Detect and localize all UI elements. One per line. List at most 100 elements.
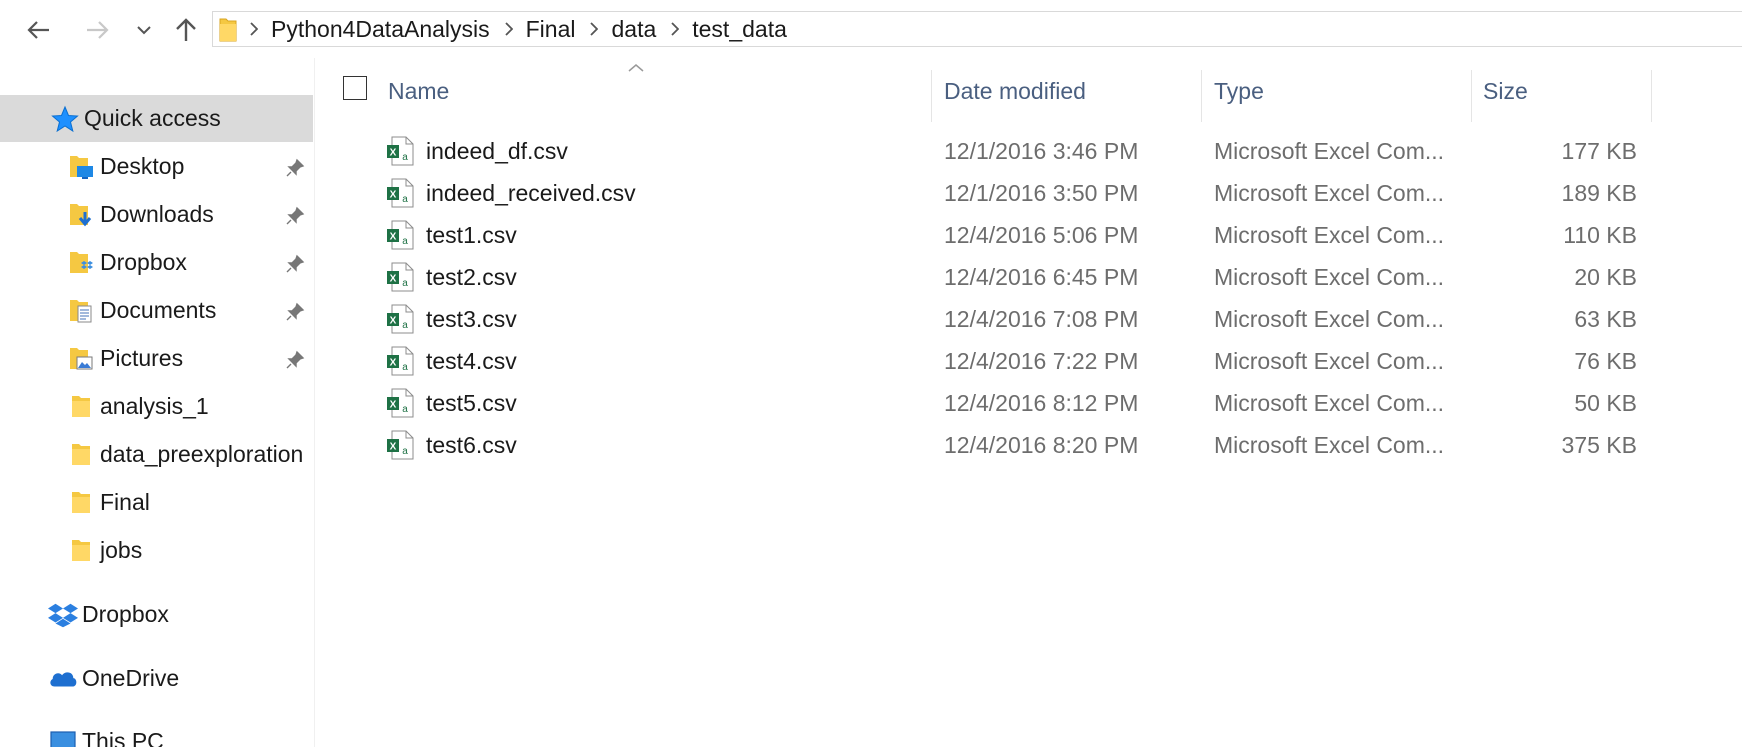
recent-locations-button[interactable] [132, 12, 156, 48]
pin-icon[interactable] [285, 349, 305, 376]
file-name[interactable]: indeed_received.csv [426, 172, 636, 214]
column-divider[interactable] [931, 70, 932, 122]
svg-text:a: a [402, 362, 408, 373]
breadcrumb-item[interactable]: Python4DataAnalysis [265, 16, 498, 43]
sidebar-item-quick-access[interactable]: Quick access [0, 95, 313, 142]
up-button[interactable] [168, 12, 204, 48]
chevron-down-icon [137, 26, 151, 35]
pin-icon[interactable] [285, 301, 305, 328]
folder-icon [219, 16, 237, 42]
column-header-name[interactable]: Name [388, 68, 883, 114]
file-row[interactable]: Xa test2.csv 12/4/2016 6:45 PM Microsoft… [332, 256, 1637, 298]
excel-file-icon: Xa [386, 130, 414, 172]
pane-divider[interactable] [314, 58, 315, 747]
svg-text:X: X [390, 316, 397, 327]
file-name[interactable]: test5.csv [426, 382, 517, 424]
folder-icon [66, 536, 96, 566]
sidebar-item-this-pc[interactable]: This PC [0, 718, 313, 747]
file-date-modified: 12/4/2016 6:45 PM [944, 263, 1139, 290]
sidebar-item-label: This PC [82, 728, 164, 747]
svg-text:X: X [390, 442, 397, 453]
svg-text:X: X [390, 274, 397, 285]
file-date-modified: 12/4/2016 7:08 PM [944, 305, 1139, 332]
file-row[interactable]: Xa indeed_received.csv 12/1/2016 3:50 PM… [332, 172, 1637, 214]
column-header-date[interactable]: Date modified [944, 68, 1204, 114]
file-size: 76 KB [1574, 347, 1637, 374]
select-all-checkbox[interactable] [343, 76, 367, 100]
column-header-type[interactable]: Type [1214, 68, 1474, 114]
svg-text:a: a [402, 236, 408, 247]
column-header-label: Name [388, 77, 450, 104]
breadcrumb-chevron-icon[interactable] [664, 22, 686, 36]
folder-icon [66, 440, 96, 470]
file-date-modified: 12/4/2016 8:12 PM [944, 389, 1139, 416]
pictures-folder-icon [66, 344, 96, 374]
file-date-modified: 12/4/2016 7:22 PM [944, 347, 1139, 374]
back-button[interactable] [20, 12, 58, 48]
svg-text:a: a [402, 320, 408, 331]
file-name[interactable]: test1.csv [426, 214, 517, 256]
svg-text:a: a [402, 446, 408, 457]
svg-text:a: a [402, 404, 408, 415]
forward-button[interactable] [78, 12, 116, 48]
sidebar-item-folder[interactable]: analysis_1 [0, 383, 313, 430]
file-name[interactable]: test6.csv [426, 424, 517, 466]
arrow-up-icon [176, 18, 196, 41]
breadcrumb-chevron-icon[interactable] [583, 22, 605, 36]
file-row[interactable]: Xa indeed_df.csv 12/1/2016 3:46 PM Micro… [332, 130, 1637, 172]
column-divider[interactable] [1651, 70, 1652, 122]
column-header-size[interactable]: Size [1483, 68, 1643, 114]
svg-text:X: X [390, 232, 397, 243]
arrow-right-icon [87, 21, 109, 39]
file-name[interactable]: test3.csv [426, 298, 517, 340]
sidebar-item-dropbox-pinned[interactable]: Dropbox [0, 239, 313, 286]
column-divider[interactable] [1201, 70, 1202, 122]
column-header-label: Size [1483, 77, 1528, 104]
file-size: 177 KB [1561, 137, 1637, 164]
address-bar[interactable]: Python4DataAnalysis Final data test_data [212, 11, 1742, 47]
pin-icon[interactable] [285, 205, 305, 232]
file-row[interactable]: Xa test3.csv 12/4/2016 7:08 PM Microsoft… [332, 298, 1637, 340]
pin-icon[interactable] [285, 157, 305, 184]
svg-text:X: X [390, 190, 397, 201]
sidebar-item-dropbox[interactable]: Dropbox [0, 591, 313, 638]
file-name[interactable]: test2.csv [426, 256, 517, 298]
sidebar-item-folder[interactable]: Final [0, 479, 313, 526]
sidebar-item-pictures[interactable]: Pictures [0, 335, 313, 382]
sidebar-item-folder[interactable]: jobs [0, 527, 313, 574]
breadcrumb-item[interactable]: test_data [686, 16, 795, 43]
svg-text:X: X [390, 148, 397, 159]
sidebar-item-documents[interactable]: Documents [0, 287, 313, 334]
breadcrumb-item[interactable]: data [605, 16, 664, 43]
breadcrumb-chevron-icon[interactable] [243, 22, 265, 36]
sidebar-item-label: Downloads [100, 201, 214, 227]
dropbox-folder-icon [66, 248, 96, 278]
column-divider[interactable] [1471, 70, 1472, 122]
sidebar-item-desktop[interactable]: Desktop [0, 143, 313, 190]
file-type: Microsoft Excel Com... [1214, 137, 1445, 164]
onedrive-cloud-icon [48, 664, 78, 694]
file-row[interactable]: Xa test5.csv 12/4/2016 8:12 PM Microsoft… [332, 382, 1637, 424]
file-size: 189 KB [1561, 179, 1637, 206]
pin-icon[interactable] [285, 253, 305, 280]
breadcrumb-item[interactable]: Final [520, 16, 584, 43]
file-row[interactable]: Xa test1.csv 12/4/2016 5:06 PM Microsoft… [332, 214, 1637, 256]
file-list: Xa indeed_df.csv 12/1/2016 3:46 PM Micro… [332, 130, 1637, 466]
star-icon [50, 104, 80, 134]
navigation-pane: Quick access Desktop Downloads Dropbox D… [0, 58, 313, 747]
file-row[interactable]: Xa test4.csv 12/4/2016 7:22 PM Microsoft… [332, 340, 1637, 382]
folder-icon [66, 488, 96, 518]
file-name[interactable]: test4.csv [426, 340, 517, 382]
sidebar-item-folder[interactable]: data_preexploration [0, 431, 313, 478]
sidebar-item-onedrive[interactable]: OneDrive [0, 655, 313, 702]
file-row[interactable]: Xa test6.csv 12/4/2016 8:20 PM Microsoft… [332, 424, 1637, 466]
sidebar-item-downloads[interactable]: Downloads [0, 191, 313, 238]
sidebar-item-label: Dropbox [82, 601, 169, 627]
file-date-modified: 12/1/2016 3:46 PM [944, 137, 1139, 164]
excel-file-icon: Xa [386, 340, 414, 382]
excel-file-icon: Xa [386, 214, 414, 256]
svg-text:a: a [402, 152, 408, 163]
file-name[interactable]: indeed_df.csv [426, 130, 568, 172]
breadcrumb-chevron-icon[interactable] [498, 22, 520, 36]
sidebar-item-label: data_preexploration [100, 441, 304, 467]
